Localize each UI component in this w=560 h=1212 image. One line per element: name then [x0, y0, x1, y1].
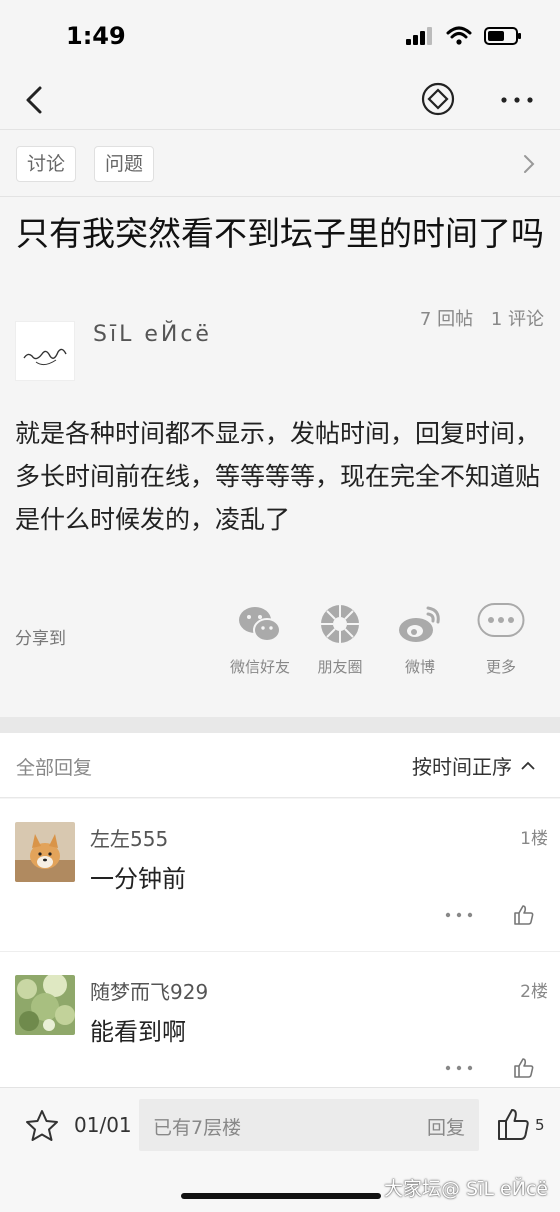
- moments-icon: [321, 605, 359, 643]
- like-count: 5: [535, 1116, 545, 1134]
- status-time: 1:49: [66, 22, 126, 50]
- nav-bar: [0, 70, 560, 130]
- user-avatar[interactable]: [15, 975, 75, 1035]
- replies-header: 全部回复 按时间正序: [0, 733, 560, 798]
- diamond-icon: [421, 82, 455, 116]
- thumbs-up-icon[interactable]: [512, 1056, 536, 1080]
- more-icon: [477, 603, 525, 637]
- tag-question[interactable]: 问题: [94, 146, 155, 182]
- ellipsis-icon: [501, 97, 533, 103]
- status-bar: 1:49: [0, 0, 560, 70]
- reply-username[interactable]: 左左555: [90, 823, 168, 852]
- reply-floor: 2楼: [520, 982, 548, 1002]
- page-indicator[interactable]: 01/01: [74, 1113, 132, 1137]
- watermark: 大家坛@ SīL eЙcë: [383, 1178, 548, 1200]
- share-label: 分享到: [15, 629, 66, 649]
- thumbs-up-icon[interactable]: [512, 903, 536, 927]
- chevron-right-icon: [524, 155, 535, 173]
- post-stats: 7 回帖 1 评论: [408, 305, 544, 331]
- share-moments-label: 朋友圈: [317, 658, 363, 676]
- user-avatar[interactable]: [15, 822, 75, 882]
- reply-content: 能看到啊: [90, 1018, 186, 1046]
- ellipsis-icon[interactable]: [444, 1060, 474, 1076]
- share-weibo-button[interactable]: 微博: [380, 602, 460, 677]
- signal-icon: [406, 27, 432, 45]
- reply-count: 7 回帖: [419, 309, 474, 330]
- share-moments-button[interactable]: 朋友圈: [300, 602, 380, 677]
- post-body: 就是各种时间都不显示，发帖时间，回复时间，多长时间前在线，等等等等，现在完全不知…: [15, 419, 541, 534]
- reply-content: 一分钟前: [90, 865, 186, 893]
- thumbs-up-icon[interactable]: [496, 1106, 532, 1142]
- tags-row[interactable]: 讨论 问题: [0, 131, 560, 197]
- comment-count[interactable]: 1 评论: [491, 309, 544, 330]
- share-wechat-button[interactable]: 微信好友: [220, 602, 300, 677]
- replies-list: 左左555 1楼 一分钟前 随梦而飞929 2楼 能看到啊: [0, 799, 560, 1087]
- weibo-icon: [399, 606, 440, 642]
- battery-icon: [484, 27, 521, 45]
- section-divider: [0, 717, 560, 733]
- star-icon[interactable]: [24, 1108, 60, 1144]
- tag-discussion[interactable]: 讨论: [16, 146, 77, 182]
- reply-button[interactable]: 回复: [427, 1113, 465, 1140]
- signature-logo-icon: [23, 348, 67, 366]
- wechat-icon: [239, 607, 281, 642]
- share-wechat-label: 微信好友: [229, 658, 290, 676]
- chevron-up-icon: [521, 761, 535, 770]
- reply-input[interactable]: 已有7层楼 回复: [139, 1099, 479, 1151]
- reply-item: 随梦而飞929 2楼 能看到啊: [0, 952, 560, 1087]
- sort-order-label: 按时间正序: [412, 755, 512, 779]
- back-button[interactable]: [18, 80, 58, 120]
- sort-order-button[interactable]: 按时间正序: [412, 751, 536, 780]
- reply-item: 左左555 1楼 一分钟前: [0, 799, 560, 952]
- share-more-button[interactable]: 更多: [461, 602, 541, 677]
- ellipsis-icon[interactable]: [444, 907, 474, 923]
- more-options-button[interactable]: [496, 82, 540, 118]
- home-indicator[interactable]: [181, 1193, 381, 1199]
- replies-title: 全部回复: [16, 757, 93, 779]
- post-title: 只有我突然看不到坛子里的时间了吗: [16, 214, 544, 253]
- share-more-label: 更多: [485, 658, 516, 676]
- reply-input-placeholder: 已有7层楼: [153, 1117, 242, 1139]
- share-weibo-label: 微博: [404, 658, 435, 676]
- wifi-icon: [446, 26, 472, 45]
- chevron-left-icon: [26, 86, 42, 114]
- reply-username[interactable]: 随梦而飞929: [90, 976, 208, 1005]
- status-icons: [406, 26, 522, 46]
- author-avatar[interactable]: [15, 321, 75, 381]
- reply-floor: 1楼: [520, 829, 548, 849]
- favorite-button[interactable]: [420, 81, 456, 117]
- author-name[interactable]: SīL eЙcë: [93, 322, 212, 347]
